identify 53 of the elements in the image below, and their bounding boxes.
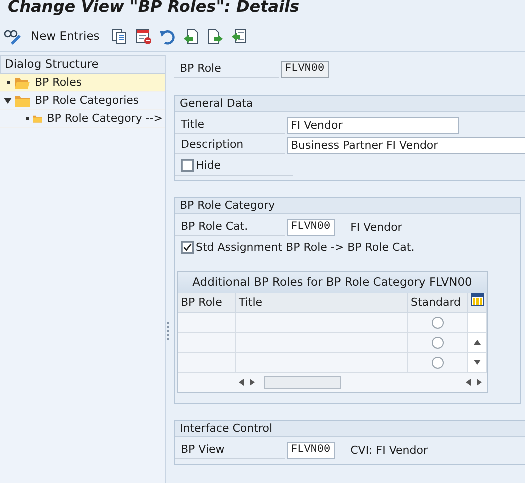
group-title: BP Role Category xyxy=(175,198,520,214)
field-label: BP Role xyxy=(174,60,279,78)
folder-icon xyxy=(15,94,30,106)
scroll-left-icon[interactable] xyxy=(465,379,472,386)
radio-button[interactable] xyxy=(432,356,444,368)
glasses-pen-icon[interactable] xyxy=(4,28,21,44)
scroll-right-icon[interactable] xyxy=(476,379,483,386)
column-header: Title xyxy=(236,293,408,312)
group-title: General Data xyxy=(175,96,525,112)
checkbox-label: Std Assignment BP Role -> BP Role Cat. xyxy=(196,240,415,254)
input-field[interactable]: FLVN00 xyxy=(287,442,335,458)
copy-icon[interactable] xyxy=(110,28,128,44)
field-description: CVI: FI Vendor xyxy=(350,444,428,456)
radio-button[interactable] xyxy=(432,336,444,348)
field-description: FI Vendor xyxy=(350,220,402,234)
display-field: FLVN00 xyxy=(281,60,329,78)
delete-row-icon[interactable] xyxy=(134,28,152,44)
tree-label: BP Role Category --> xyxy=(46,112,164,125)
panel-header: Dialog Structure xyxy=(0,55,165,74)
scrollbar-thumb[interactable] xyxy=(264,376,341,389)
last-page-icon[interactable] xyxy=(230,28,248,44)
open-folder-icon xyxy=(15,76,30,88)
tree-item[interactable]: BP Role Categories xyxy=(0,92,165,110)
undo-icon[interactable] xyxy=(158,28,176,44)
column-header: BP Role xyxy=(178,293,236,312)
tree-item[interactable]: BP Role Category --> xyxy=(0,110,165,128)
input-field[interactable]: FI Vendor xyxy=(287,116,459,134)
scroll-up-icon[interactable] xyxy=(474,339,480,346)
next-page-icon[interactable] xyxy=(206,28,224,44)
checkbox[interactable] xyxy=(181,158,194,172)
table-title: Additional BP Roles for BP Role Category FLVN00 xyxy=(178,272,487,293)
scroll-down-icon[interactable] xyxy=(474,359,480,366)
new-entries-button[interactable]: New Entries xyxy=(31,29,100,43)
input-field[interactable]: Business Partner FI Vendor xyxy=(287,136,525,154)
tree-label: BP Roles xyxy=(34,76,84,89)
field-label: Description xyxy=(175,136,285,154)
expanded-arrow-icon[interactable] xyxy=(4,98,12,104)
previous-page-icon[interactable] xyxy=(182,28,200,44)
field-label: BP View xyxy=(175,441,285,459)
radio-button[interactable] xyxy=(432,316,444,328)
column-settings-icon[interactable] xyxy=(471,293,484,306)
field-label: Title xyxy=(175,116,285,134)
splitter-handle[interactable] xyxy=(167,322,171,340)
checkbox[interactable] xyxy=(181,240,194,254)
input-field[interactable]: FLVN00 xyxy=(287,218,335,236)
tree-label: BP Role Categories xyxy=(34,94,140,107)
group-title: Interface Control xyxy=(175,421,525,437)
scroll-left-icon[interactable] xyxy=(238,379,245,386)
checkbox-label: Hide xyxy=(196,158,222,172)
tree-item[interactable]: BP Roles xyxy=(0,74,165,92)
field-label: BP Role Cat. xyxy=(175,218,285,236)
column-header: Standard xyxy=(408,293,468,312)
scroll-right-icon[interactable] xyxy=(249,379,256,386)
